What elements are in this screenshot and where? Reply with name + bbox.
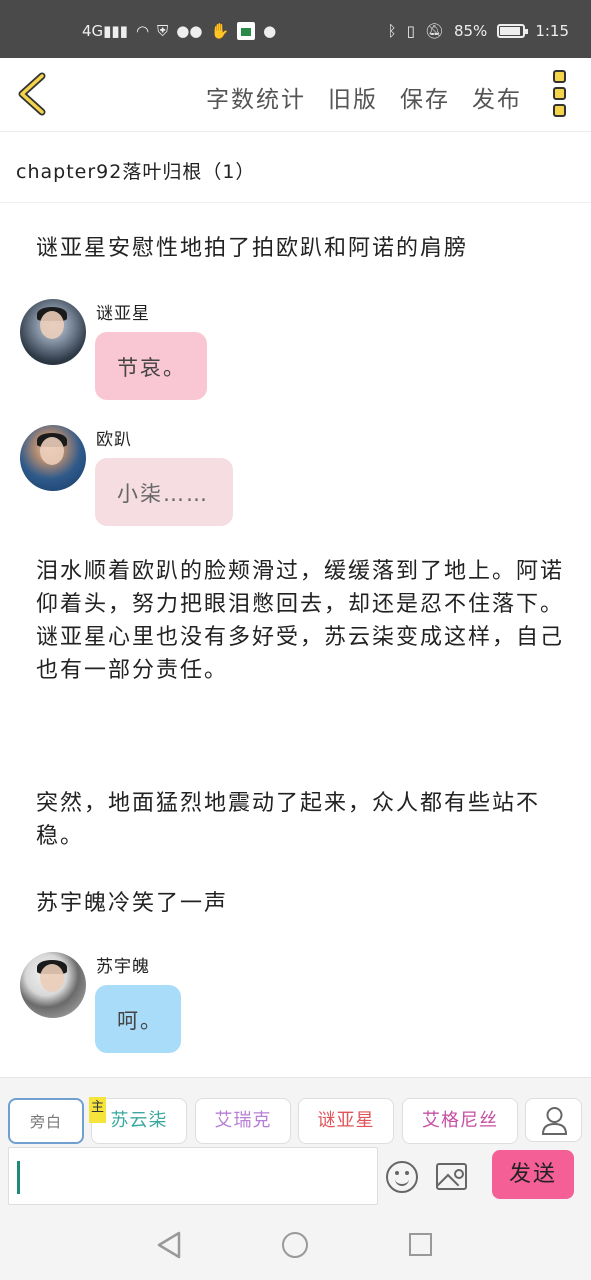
shield-icon: ⛨ <box>157 22 169 40</box>
speaker-name: 谜亚星 <box>96 304 150 324</box>
avatar[interactable] <box>20 299 86 365</box>
nav-recent-apps-icon[interactable] <box>409 1233 432 1256</box>
more-dot-icon <box>552 70 566 83</box>
nav-back-icon[interactable] <box>157 1231 181 1259</box>
status-right-icons: ᛒ ▯ 🔕︎ 85% 1:15 <box>388 22 569 40</box>
nav-home-icon[interactable] <box>282 1232 308 1258</box>
add-role-button[interactable] <box>525 1098 582 1142</box>
status-bar: 4G▮▮▮ ◠ ⛨ ●● ✋ ● ᛒ ▯ 🔕︎ 85% 1:15 <box>0 0 591 58</box>
message-bubble[interactable]: 节哀。 <box>95 332 207 400</box>
role-ai-genisi[interactable]: 艾格尼丝 <box>402 1098 518 1144</box>
narration-line[interactable]: 苏宇魄冷笑了一声 <box>36 887 566 920</box>
battery-icon <box>497 24 529 38</box>
system-nav-bar <box>0 1207 591 1280</box>
role-selector: 旁白 苏云柒 主 艾瑞克 谜亚星 艾格尼丝 <box>0 1077 591 1145</box>
chapter-title[interactable]: chapter92落叶归根（1） <box>0 133 591 203</box>
text-caret <box>17 1161 20 1194</box>
emoji-button[interactable] <box>386 1161 418 1193</box>
input-row: 发送 <box>0 1145 591 1207</box>
more-dot-icon <box>552 104 566 117</box>
status-time: 1:15 <box>535 22 569 40</box>
avatar[interactable] <box>20 952 86 1018</box>
send-button[interactable]: 发送 <box>492 1150 574 1199</box>
story-content[interactable]: 谜亚星安慰性地拍了拍欧趴和阿诺的肩膀 谜亚星 节哀。 欧趴 小柒…… 泪水顺着欧… <box>0 204 591 1076</box>
message-bubble[interactable]: 呵。 <box>95 985 181 1053</box>
main-role-tag: 主 <box>89 1097 106 1123</box>
back-button[interactable] <box>14 72 54 116</box>
more-dot-icon <box>552 87 566 100</box>
image-button[interactable] <box>436 1163 467 1190</box>
role-narrator[interactable]: 旁白 <box>8 1098 84 1144</box>
narration-paragraph[interactable]: 泪水顺着欧趴的脸颊滑过，缓缓落到了地上。阿诺仰着头，努力把眼泪憋回去，却还是忍不… <box>36 555 566 687</box>
battery-percent: 85% <box>453 22 488 40</box>
status-left-icons: 4G▮▮▮ ◠ ⛨ ●● ✋ ● <box>82 22 276 40</box>
role-ai-ruike[interactable]: 艾瑞克 <box>195 1098 291 1144</box>
signal-icon: 4G▮▮▮ <box>82 22 128 40</box>
bluetooth-icon: ᛒ <box>387 22 397 40</box>
hand-icon: ✋ <box>210 22 230 40</box>
toolbar-actions: 字数统计 旧版 保存 发布 <box>206 80 522 114</box>
old-version-button[interactable]: 旧版 <box>328 80 378 114</box>
save-button[interactable]: 保存 <box>400 80 450 114</box>
chevron-left-icon <box>18 72 46 116</box>
wifi-icon: ◠ <box>135 22 150 40</box>
speaker-name: 欧趴 <box>96 430 132 450</box>
message-bubble[interactable]: 小柒…… <box>95 458 233 526</box>
role-mi-yaxing[interactable]: 谜亚星 <box>298 1098 394 1144</box>
message-input[interactable] <box>8 1147 378 1205</box>
user-icon <box>541 1107 568 1135</box>
speaker-name: 苏宇魄 <box>96 957 150 977</box>
editor-toolbar: 字数统计 旧版 保存 发布 <box>0 58 591 132</box>
vibrate-icon: ▯ <box>406 22 415 40</box>
narration-paragraph[interactable]: 突然，地面猛烈地震动了起来，众人都有些站不稳。 <box>36 787 566 853</box>
word-count-button[interactable]: 字数统计 <box>206 80 306 114</box>
bell-muted-icon: 🔕︎ <box>424 22 444 40</box>
narration-line[interactable]: 谜亚星安慰性地拍了拍欧趴和阿诺的肩膀 <box>36 232 566 265</box>
more-menu-button[interactable] <box>548 70 570 120</box>
message-icon: ● <box>263 22 277 40</box>
wechat-icon: ●● <box>176 22 203 40</box>
app-notification-icon <box>237 22 256 40</box>
publish-button[interactable]: 发布 <box>472 80 522 114</box>
avatar[interactable] <box>20 425 86 491</box>
